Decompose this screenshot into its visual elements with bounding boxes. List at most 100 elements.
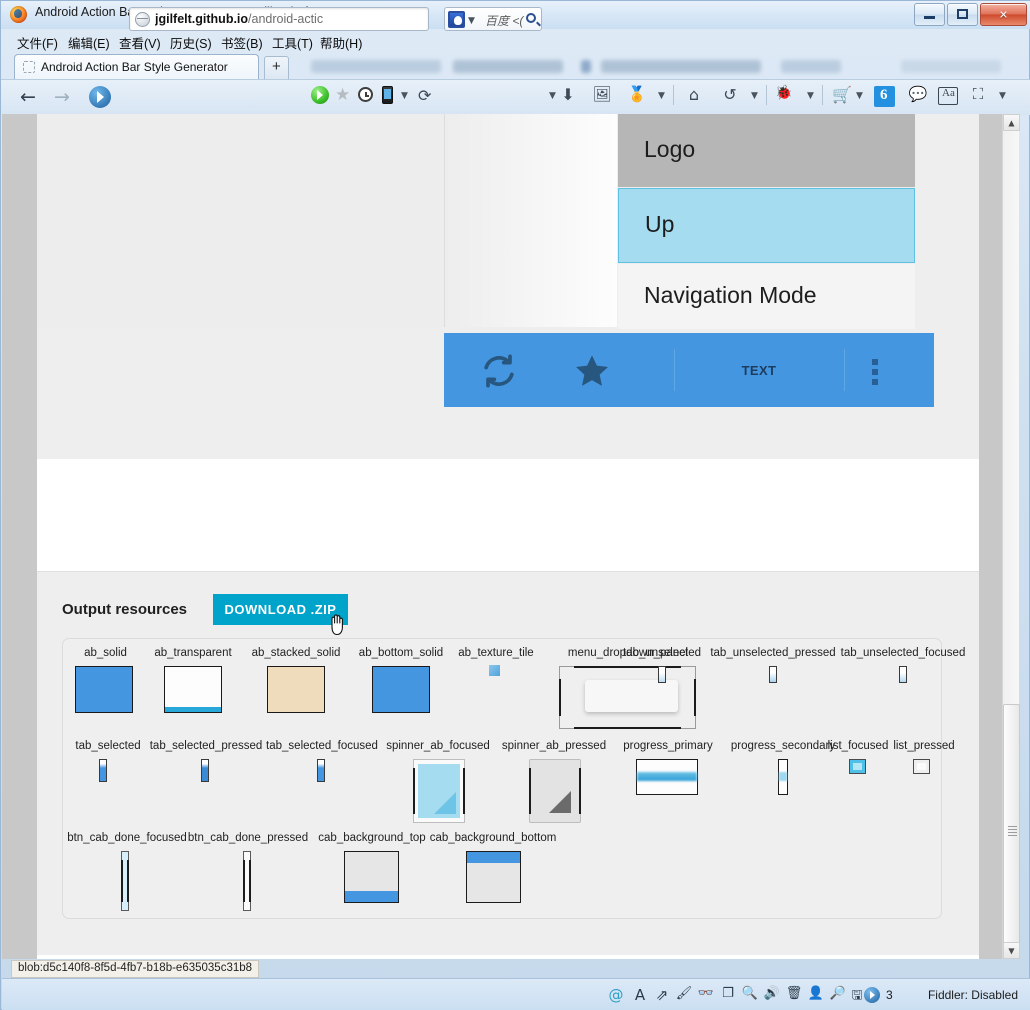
forward-button-icon[interactable]: → [51,86,73,108]
magnifier-icon[interactable]: 🔎 [828,986,848,1001]
crop-icon[interactable]: ⛶ [967,85,989,103]
resource-label: tab_unselected [622,647,701,659]
share-icon[interactable]: ⇗ [652,986,672,1004]
resource-swatch [99,759,107,782]
url-text: jgilfelt.github.io/android-actic [155,12,405,26]
go-button-icon[interactable] [311,86,329,104]
volume-icon[interactable]: 🔊 [762,986,782,1001]
user-icon[interactable]: 👤 [806,986,826,1001]
back-button-icon[interactable]: ← [17,86,39,108]
chevron-down-icon-8[interactable]: ▼ [999,91,1006,101]
menu-item-help[interactable]: 帮助(H) [314,32,368,51]
home-icon[interactable]: ⌂ [683,85,705,104]
scrollbar-thumb[interactable] [1003,704,1020,959]
font-a-icon[interactable]: A [630,986,650,1004]
resource-swatch [317,759,325,782]
background-tab-ghost-2 [453,60,563,73]
trash-icon[interactable]: 🗑 [784,986,804,1001]
resource-label: list_pressed [893,740,955,752]
chevron-down-icon-6[interactable]: ▼ [807,91,814,101]
resource-label: cab_background_top [318,832,426,844]
chevron-down-icon-3[interactable]: ▼ [549,91,556,101]
preview-gradient-pane [445,114,617,327]
play-button-icon[interactable] [89,86,111,108]
baidu-engine-icon[interactable] [448,11,465,28]
mask-icon[interactable]: 👓 [696,986,716,1001]
copy-icon[interactable]: ❐ [718,986,738,1001]
search-icon[interactable] [526,13,536,23]
star-icon[interactable] [572,351,612,391]
dropdown-item-up[interactable]: Up [618,188,915,263]
star-badge-icon[interactable]: 🏅 [626,85,648,103]
new-tab-button[interactable] [264,56,289,79]
chevron-down-icon-1[interactable]: ▼ [401,91,408,101]
menu-item-edit[interactable]: 编辑(E) [62,32,116,51]
resource-label: btn_cab_done_pressed [187,832,309,844]
phone-icon[interactable] [382,86,393,104]
download-arrow-icon[interactable]: ⬇ [557,85,579,104]
reload-icon[interactable]: ⟳ [418,86,431,105]
active-tab-label: Android Action Bar Style Generator [41,60,228,74]
fiddler-status[interactable]: Fiddler: Disabled [928,988,1018,1002]
resource-swatch [344,851,399,903]
resource-label: tab_selected_pressed [149,740,263,752]
search-icon[interactable]: 🔍 [740,986,760,1001]
six-badge-icon[interactable]: 6 [874,86,895,107]
scroll-down-button[interactable]: ▼ [1003,942,1020,959]
action-bar-divider-right [844,349,845,391]
brush-icon[interactable]: 🖌 [674,986,694,1001]
vertical-scrollbar[interactable]: ▲ ▼ [1002,114,1020,959]
resource-swatch [529,759,581,823]
undo-icon[interactable]: ↺ [719,85,741,104]
at-sign-icon[interactable]: @ [606,986,626,1004]
addon-count-badge: 3 [886,988,893,1002]
resource-label: ab_transparent [154,647,232,659]
resource-swatch [769,666,777,683]
menu-item-tools[interactable]: 工具(T) [266,32,319,51]
active-tab[interactable]: Android Action Bar Style Generator [14,54,259,79]
clock-icon[interactable] [358,87,373,102]
chevron-down-icon-5[interactable]: ▼ [751,91,758,101]
resource-swatch [913,759,930,774]
cart-icon[interactable]: 🛒 [831,85,853,104]
chevron-down-icon-7[interactable]: ▼ [856,91,863,101]
url-path: /android-actic [248,12,324,26]
resource-label: tab_selected [75,740,141,752]
minimize-button[interactable] [914,3,945,26]
bug-icon[interactable]: 🐞 [773,85,795,101]
resource-swatch [201,759,209,782]
overflow-menu-icon[interactable] [872,359,878,389]
page-body: Logo Up Navigation Mode TEXT Output reso… [37,114,979,959]
scroll-up-button[interactable]: ▲ [1003,114,1020,131]
dropdown-item-navigation-mode[interactable]: Navigation Mode [618,264,915,329]
download-zip-button[interactable]: DOWNLOAD .ZIP [213,594,348,625]
resource-swatch [658,666,666,683]
chat-icon[interactable]: 💬 [907,85,929,103]
menu-item-bookmarks[interactable]: 书签(B) [215,32,269,51]
search-box[interactable]: ▼ 百度 <( [444,7,542,31]
menu-item-history[interactable]: 历史(S) [164,32,218,51]
dropdown-item-logo[interactable]: Logo [618,114,915,187]
menu-item-file[interactable]: 文件(F) [11,32,64,51]
search-input[interactable]: 百度 <( [485,12,523,29]
screenshot-icon[interactable]: 🖼 [591,85,613,103]
close-button[interactable]: ✕ [980,3,1027,26]
dropdown-item-label: Up [645,211,675,237]
menu-item-view[interactable]: 查看(V) [113,32,167,51]
action-bar-divider-left [674,349,675,391]
page-footer: Created by Jeff Gilfelt, source code on … [37,955,979,959]
preview-area: Logo Up Navigation Mode TEXT [37,114,979,459]
maximize-button[interactable] [947,3,978,26]
translate-icon[interactable]: Aa [938,87,958,105]
play-circle-icon[interactable] [864,987,880,1003]
background-tab-ghost-5 [781,60,841,73]
resource-label: tab_selected_focused [266,740,378,752]
resource-swatch [899,666,907,683]
action-bar-text-item[interactable]: TEXT [699,363,819,378]
refresh-icon[interactable] [479,351,519,391]
resource-label: ab_stacked_solid [251,647,341,659]
chevron-down-icon-2[interactable]: ▼ [468,16,475,26]
url-bar[interactable]: jgilfelt.github.io/android-actic [129,7,429,31]
bookmark-star-icon[interactable]: ★ [335,87,350,104]
chevron-down-icon-4[interactable]: ▼ [658,91,665,101]
